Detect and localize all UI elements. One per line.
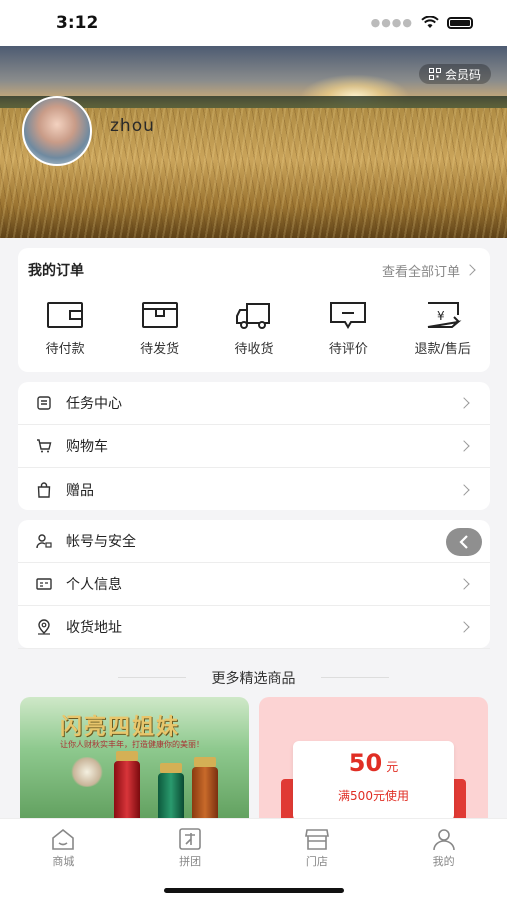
orders-title: 我的订单 xyxy=(28,263,84,279)
coupon-amount-unit: 元 xyxy=(386,760,399,774)
location-icon xyxy=(38,619,50,635)
profile-header: 会员码 zhou xyxy=(0,46,507,238)
product-subtitle: 让你人财秋实丰年，打造健康你的美丽！ xyxy=(60,740,204,749)
order-label: 待评价 xyxy=(328,342,368,357)
flower-image xyxy=(70,757,104,787)
chevron-right-icon xyxy=(458,578,470,590)
orders-header: 我的订单 查看全部订单 xyxy=(28,260,476,280)
menu-group-1: 任务中心 购物车 赠品 xyxy=(18,382,490,510)
chevron-right-icon xyxy=(458,397,470,409)
menu-group-2: 帐号与安全 个人信息 收货地址 xyxy=(18,520,490,649)
menu-item-shipping-address[interactable]: 收货地址 xyxy=(18,606,490,649)
id-card-icon xyxy=(36,578,52,590)
avatar[interactable] xyxy=(22,96,92,166)
order-label: 退款/售后 xyxy=(414,342,471,357)
tab-label: 商城 xyxy=(52,855,75,868)
menu-item-gifts[interactable]: 赠品 xyxy=(18,468,490,511)
menu-item-cart[interactable]: 购物车 xyxy=(18,425,490,468)
menu-label: 个人信息 xyxy=(66,577,122,593)
coupon-amount-number: 50 xyxy=(348,749,383,777)
menu-label: 帐号与安全 xyxy=(66,534,136,550)
tab-mine[interactable]: 我的 xyxy=(409,827,479,869)
group-buy-icon xyxy=(179,828,201,850)
menu-item-account-security[interactable]: 帐号与安全 xyxy=(18,520,490,563)
order-label: 待发货 xyxy=(140,342,180,357)
order-pending-receipt[interactable]: 待收货 xyxy=(214,300,294,357)
view-all-orders-label: 查看全部订单 xyxy=(381,264,460,280)
status-icons: ●●●● xyxy=(371,16,473,29)
menu-item-task-center[interactable]: 任务中心 xyxy=(18,382,490,425)
order-label: 待付款 xyxy=(45,342,85,357)
coupon-condition: 满500元使用 xyxy=(338,789,409,803)
more-goods-title: 更多精选商品 xyxy=(0,668,507,688)
floating-back-button[interactable] xyxy=(446,528,482,556)
member-code-label: 会员码 xyxy=(444,67,481,82)
coupon-card[interactable]: 50 元 满500元使用 xyxy=(259,697,488,827)
chevron-right-icon xyxy=(458,621,470,633)
truck-icon xyxy=(235,303,270,329)
order-pending-payment[interactable]: 待付款 xyxy=(25,300,105,357)
tab-mall[interactable]: 商城 xyxy=(28,827,98,869)
task-icon xyxy=(37,396,51,410)
tab-label: 我的 xyxy=(432,855,455,868)
username: zhou xyxy=(110,116,155,136)
menu-label: 购物车 xyxy=(66,439,108,455)
order-status-row: 待付款 待发货 待收货 待评价 ¥ 退款/售后 xyxy=(18,300,490,357)
tab-group-buy[interactable]: 拼团 xyxy=(155,827,225,869)
svg-text:¥: ¥ xyxy=(437,309,445,323)
home-indicator xyxy=(164,888,344,893)
coupon-amount: 50 元 xyxy=(259,749,488,777)
view-all-orders-link[interactable]: 查看全部订单 xyxy=(381,261,476,280)
gift-bag-icon xyxy=(37,481,51,498)
profile-icon xyxy=(432,829,455,851)
user-lock-icon xyxy=(36,534,52,549)
tab-label: 拼团 xyxy=(179,855,202,868)
menu-item-personal-info[interactable]: 个人信息 xyxy=(18,563,490,606)
comment-icon xyxy=(330,302,367,329)
chevron-left-icon xyxy=(459,535,468,549)
chevron-right-icon xyxy=(464,264,476,276)
menu-label: 收货地址 xyxy=(66,620,122,636)
chevron-right-icon xyxy=(458,440,470,452)
cart-icon xyxy=(37,439,52,453)
status-time: 3:12 xyxy=(56,13,99,33)
order-refund-aftersale[interactable]: ¥ 退款/售后 xyxy=(403,300,483,357)
my-orders-card: 我的订单 查看全部订单 待付款 待发货 待收货 待评价 ¥ 退款/售后 xyxy=(18,248,490,372)
refund-icon: ¥ xyxy=(427,302,462,328)
product-card[interactable]: 闪亮四姐妹 让你人财秋实丰年，打造健康你的美丽！ xyxy=(20,697,249,827)
wallet-icon xyxy=(47,302,84,328)
order-label: 待收货 xyxy=(234,342,274,357)
status-bar: 3:12 ●●●● xyxy=(0,0,507,46)
chevron-right-icon xyxy=(458,483,470,496)
order-pending-shipment[interactable]: 待发货 xyxy=(120,300,200,357)
menu-label: 任务中心 xyxy=(66,396,122,412)
menu-label: 赠品 xyxy=(66,482,94,499)
package-icon xyxy=(141,302,178,328)
store-icon xyxy=(304,829,329,850)
qr-code-icon xyxy=(428,68,441,80)
product-title: 闪亮四姐妹 xyxy=(60,715,181,740)
tab-store[interactable]: 门店 xyxy=(282,827,352,869)
battery-icon xyxy=(447,16,473,29)
tab-label: 门店 xyxy=(305,855,328,868)
wifi-icon xyxy=(421,16,439,28)
tab-list: 商城 拼团 门店 我的 xyxy=(0,819,507,869)
tab-bar: 商城 拼团 门店 我的 xyxy=(0,818,507,900)
member-code-button[interactable]: 会员码 xyxy=(418,64,491,84)
home-icon xyxy=(52,828,75,850)
signal-icon: ●●●● xyxy=(370,16,413,29)
order-pending-review[interactable]: 待评价 xyxy=(308,300,388,357)
